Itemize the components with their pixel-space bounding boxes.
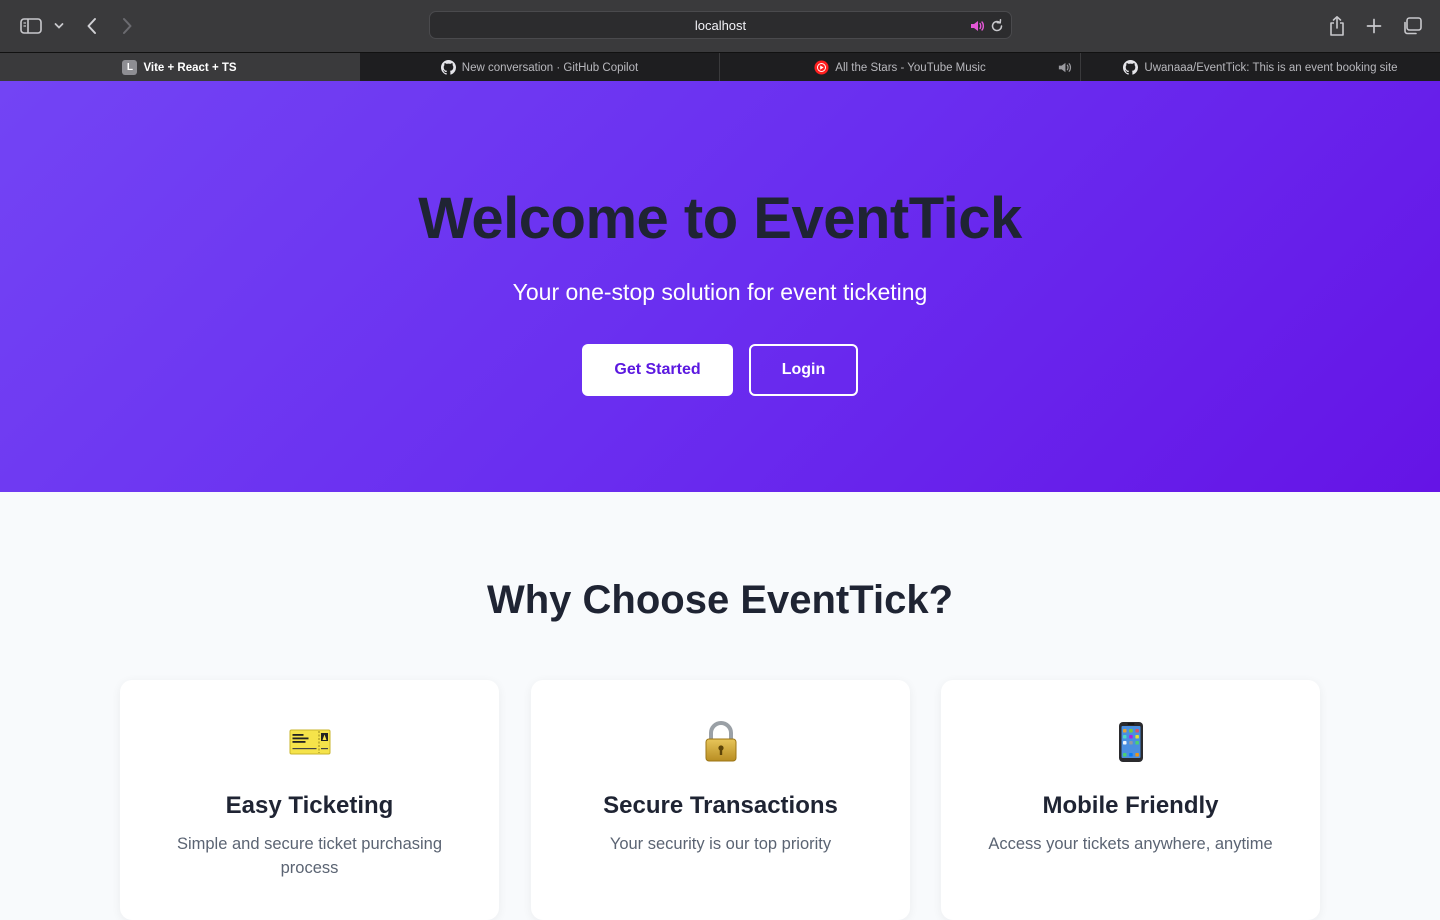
reload-icon[interactable] xyxy=(989,18,1005,34)
feature-description: Simple and secure ticket purchasing proc… xyxy=(176,835,443,877)
tab-title: Vite + React + TS xyxy=(143,61,237,74)
tab-vite-react[interactable]: L Vite + React + TS xyxy=(0,53,360,82)
tab-overview-icon[interactable] xyxy=(1398,12,1426,40)
feature-card-easy-ticketing: Easy Ticketing Simple and secure ticket … xyxy=(120,680,499,920)
tab-youtube-music[interactable]: All the Stars - YouTube Music xyxy=(720,53,1081,82)
tab-github-eventtick[interactable]: Uwanaaa/EventTick: This is an event book… xyxy=(1081,53,1440,82)
feature-title: Mobile Friendly xyxy=(1042,792,1219,819)
github-icon xyxy=(440,60,456,75)
hero-title: Welcome to EventTick xyxy=(418,186,1022,251)
github-icon xyxy=(1123,60,1139,75)
feature-description: Your security is our top priority xyxy=(609,835,832,853)
feature-title: Easy Ticketing xyxy=(225,792,394,819)
tab-title: All the Stars - YouTube Music xyxy=(835,61,986,74)
new-tab-icon[interactable] xyxy=(1360,12,1388,40)
tab-github-copilot[interactable]: New conversation · GitHub Copilot xyxy=(360,53,720,82)
lock-icon xyxy=(531,720,910,764)
login-button[interactable]: Login xyxy=(749,344,858,396)
speaker-icon[interactable] xyxy=(969,18,985,34)
hero-subtitle: Your one-stop solution for event ticketi… xyxy=(512,279,928,305)
letter-l-icon: L xyxy=(122,60,138,75)
features-section: Why Choose EventTick? Easy Ticketing Sim… xyxy=(0,492,1440,920)
feature-card-secure-transactions: Secure Transactions Your security is our… xyxy=(531,680,910,920)
chevron-down-icon[interactable] xyxy=(47,12,71,40)
feature-title: Secure Transactions xyxy=(603,792,838,819)
tab-title: New conversation · GitHub Copilot xyxy=(461,61,639,74)
share-icon[interactable] xyxy=(1323,12,1351,40)
feature-description: Access your tickets anywhere, anytime xyxy=(988,835,1273,853)
youtube-music-icon xyxy=(814,60,829,75)
speaker-icon[interactable] xyxy=(1057,60,1072,75)
url-text: localhost xyxy=(694,18,747,33)
ticket-icon xyxy=(120,720,499,764)
hero-section: Welcome to EventTick Your one-stop solut… xyxy=(0,81,1440,492)
tab-bar: L Vite + React + TS New conversation · G… xyxy=(0,52,1440,82)
get-started-button[interactable]: Get Started xyxy=(582,344,733,396)
tab-title: Uwanaaa/EventTick: This is an event book… xyxy=(1144,61,1398,74)
mobile-phone-icon xyxy=(941,720,1320,764)
forward-arrow-icon[interactable] xyxy=(113,12,141,40)
browser-toolbar: localhost xyxy=(0,0,1440,52)
features-heading: Why Choose EventTick? xyxy=(486,578,953,622)
sidebar-toggle-icon[interactable] xyxy=(17,12,45,40)
feature-card-mobile-friendly: Mobile Friendly Access your tickets anyw… xyxy=(941,680,1320,920)
address-bar[interactable]: localhost xyxy=(429,11,1012,39)
back-arrow-icon[interactable] xyxy=(78,12,106,40)
